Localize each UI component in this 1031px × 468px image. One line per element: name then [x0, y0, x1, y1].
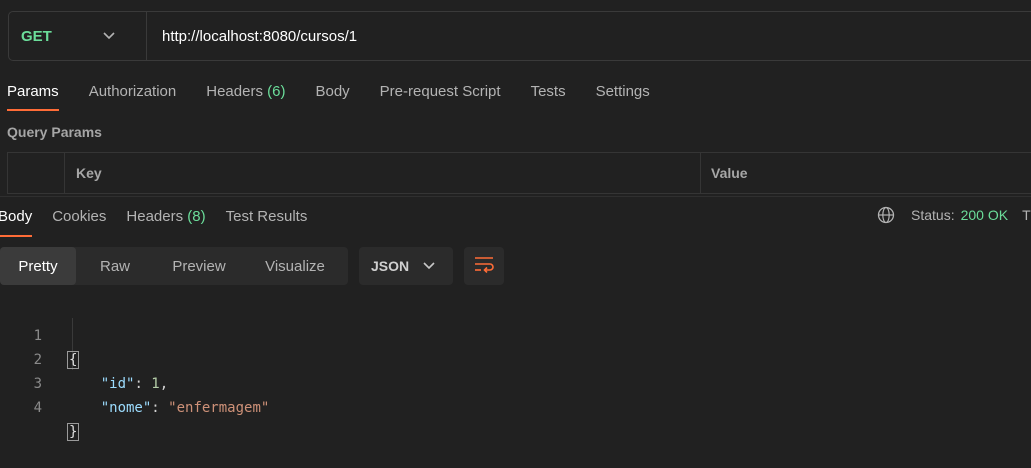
response-tab-headers-label: Headers: [126, 208, 184, 225]
tab-tests-label: Tests: [530, 83, 566, 100]
request-url-bar: GET http://localhost:8080/cursos/1: [8, 11, 1031, 61]
tab-authorization-label: Authorization: [88, 83, 177, 100]
tab-pre-request-script[interactable]: Pre-request Script: [380, 82, 501, 112]
json-comma: ,: [159, 376, 169, 392]
tab-settings[interactable]: Settings: [596, 82, 650, 112]
tab-authorization[interactable]: Authorization: [89, 82, 177, 112]
tab-headers-label: Headers: [206, 83, 263, 100]
code-line: 1 {: [0, 300, 80, 369]
tab-params[interactable]: Params: [7, 82, 59, 112]
json-number-value: 1: [151, 376, 160, 392]
view-mode-raw[interactable]: Raw: [76, 247, 154, 285]
status-time-label: T: [1022, 207, 1031, 223]
globe-icon[interactable]: [877, 206, 895, 224]
method-label: GET: [21, 27, 52, 45]
response-tab-body-label: Body: [0, 208, 33, 225]
response-tab-headers-count: (8): [187, 208, 206, 225]
response-tab-cookies[interactable]: Cookies: [52, 207, 106, 237]
column-divider: [64, 153, 65, 193]
tab-headers-count: (6): [267, 83, 286, 100]
wrap-lines-button[interactable]: [464, 247, 504, 285]
json-key: "id": [100, 376, 135, 392]
view-mode-visualize[interactable]: Visualize: [244, 247, 346, 285]
close-brace: }: [67, 423, 80, 441]
chevron-down-icon: [423, 262, 435, 270]
format-select[interactable]: JSON: [359, 247, 453, 285]
format-label: JSON: [371, 258, 410, 274]
code-line: 2 "id": 1,: [0, 324, 169, 392]
tab-params-label: Params: [7, 83, 59, 100]
request-tabs: Params Authorization Headers (6) Body Pr…: [0, 82, 680, 112]
json-key: "nome": [100, 400, 152, 416]
tab-body[interactable]: Body: [315, 82, 349, 112]
response-tab-test-results-label: Test Results: [225, 208, 308, 225]
query-params-table: Key Value: [7, 152, 1031, 194]
column-header-value: Value: [711, 165, 748, 181]
response-status: Status: 200 OK T: [877, 206, 1031, 224]
tab-tests[interactable]: Tests: [531, 82, 566, 112]
response-tab-cookies-label: Cookies: [52, 208, 107, 225]
chevron-down-icon: [103, 32, 115, 40]
tab-pre-request-script-label: Pre-request Script: [379, 83, 501, 100]
response-tabs: Body Cookies Headers (8) Test Results: [0, 207, 327, 237]
view-mode-preview[interactable]: Preview: [154, 247, 244, 285]
tab-body-label: Body: [315, 83, 350, 100]
wrap-lines-icon: [473, 255, 495, 278]
line-number: 4: [33, 400, 42, 416]
view-mode-pretty[interactable]: Pretty: [0, 247, 76, 285]
response-body[interactable]: 1 { 2 "id": 1, 3 "nome": "enfermagem" 4 …: [0, 300, 270, 441]
status-label: Status:: [911, 207, 955, 223]
pane-divider[interactable]: [0, 196, 1031, 197]
column-header-key: Key: [76, 165, 102, 181]
response-tab-test-results[interactable]: Test Results: [226, 207, 308, 237]
json-colon: :: [151, 400, 169, 416]
json-string-value: "enfermagem": [168, 400, 270, 416]
tab-headers[interactable]: Headers (6): [206, 82, 285, 112]
tab-settings-label: Settings: [595, 83, 650, 100]
code-line: 3 "nome": "enfermagem": [0, 348, 270, 416]
query-params-title: Query Params: [7, 124, 102, 140]
url-input[interactable]: http://localhost:8080/cursos/1: [147, 28, 357, 45]
status-badge[interactable]: 200 OK: [961, 207, 1008, 223]
response-tab-headers[interactable]: Headers (8): [126, 207, 205, 237]
response-tab-body[interactable]: Body: [0, 207, 33, 237]
open-brace: {: [67, 351, 80, 369]
column-divider: [700, 153, 701, 193]
json-colon: :: [134, 376, 152, 392]
code-line: 4 }: [0, 372, 80, 441]
view-mode-selector: Pretty Raw Preview Visualize: [0, 247, 348, 285]
method-select[interactable]: GET: [9, 12, 147, 60]
